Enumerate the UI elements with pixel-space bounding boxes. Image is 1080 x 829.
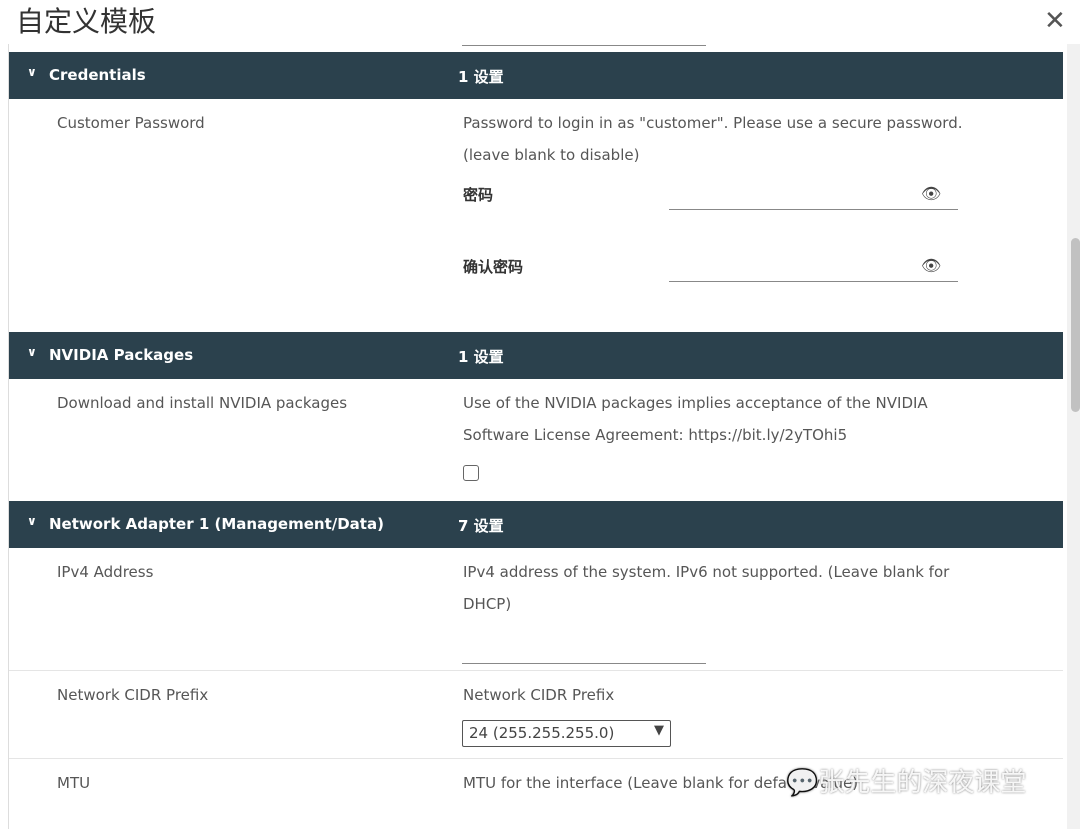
- selected-value: 24 (255.255.255.0): [469, 724, 615, 742]
- section-count: 1 设置: [458, 68, 504, 86]
- confirm-password-input[interactable]: [669, 261, 958, 282]
- watermark-text: 张先生的深夜课堂: [818, 768, 1027, 798]
- chevron-down-icon: ∨: [27, 514, 37, 528]
- field-description: DHCP): [463, 595, 512, 613]
- divider: [9, 758, 1063, 759]
- eye-icon[interactable]: 👁: [921, 184, 941, 203]
- wechat-icon: 💬: [786, 768, 819, 798]
- chevron-down-icon: ∨: [27, 65, 37, 79]
- section-count: 7 设置: [458, 517, 504, 535]
- close-icon[interactable]: ✕: [1044, 6, 1066, 36]
- field-label: Download and install NVIDIA packages: [57, 394, 348, 412]
- password-input[interactable]: [669, 189, 958, 210]
- scrollbar-thumb[interactable]: [1071, 238, 1080, 412]
- field-description: Use of the NVIDIA packages implies accep…: [463, 394, 928, 412]
- field-label: MTU: [57, 774, 91, 792]
- dialog-title: 自定义模板: [16, 5, 157, 38]
- section-name: Credentials: [49, 66, 146, 84]
- chevron-down-icon: ∨: [27, 345, 37, 359]
- chevron-down-icon: ▼: [654, 723, 664, 738]
- field-description: Network CIDR Prefix: [463, 686, 615, 704]
- field-description: Password to login in as "customer". Plea…: [463, 114, 963, 132]
- field-description: Software License Agreement: https://bit.…: [463, 426, 848, 444]
- section-count: 1 设置: [458, 348, 504, 366]
- section-name: Network Adapter 1 (Management/Data): [49, 515, 384, 533]
- section-header-credentials[interactable]: ∨ Credentials 1 设置: [9, 52, 1063, 99]
- divider: [9, 670, 1063, 671]
- eye-icon[interactable]: 👁: [921, 256, 941, 275]
- section-header-nvidia[interactable]: ∨ NVIDIA Packages 1 设置: [9, 332, 1063, 379]
- field-description: (leave blank to disable): [463, 146, 640, 164]
- field-label: Network CIDR Prefix: [57, 686, 209, 704]
- cidr-prefix-select[interactable]: 24 (255.255.255.0) ▼: [462, 720, 671, 747]
- template-settings-panel: ∨ Credentials 1 设置 Customer Password Pas…: [8, 44, 1063, 829]
- ipv4-input[interactable]: [462, 642, 706, 664]
- section-header-network[interactable]: ∨ Network Adapter 1 (Management/Data) 7 …: [9, 501, 1063, 548]
- section-name: NVIDIA Packages: [49, 346, 194, 364]
- field-description: IPv4 address of the system. IPv6 not sup…: [463, 563, 950, 581]
- confirm-password-label: 确认密码: [463, 258, 524, 276]
- previous-input[interactable]: [462, 44, 706, 46]
- nvidia-checkbox[interactable]: [463, 465, 479, 481]
- field-label: Customer Password: [57, 114, 205, 132]
- password-label: 密码: [463, 186, 494, 204]
- scrollbar[interactable]: [1067, 44, 1080, 829]
- field-label: IPv4 Address: [57, 563, 154, 581]
- watermark: 💬张先生的深夜课堂: [786, 762, 1026, 799]
